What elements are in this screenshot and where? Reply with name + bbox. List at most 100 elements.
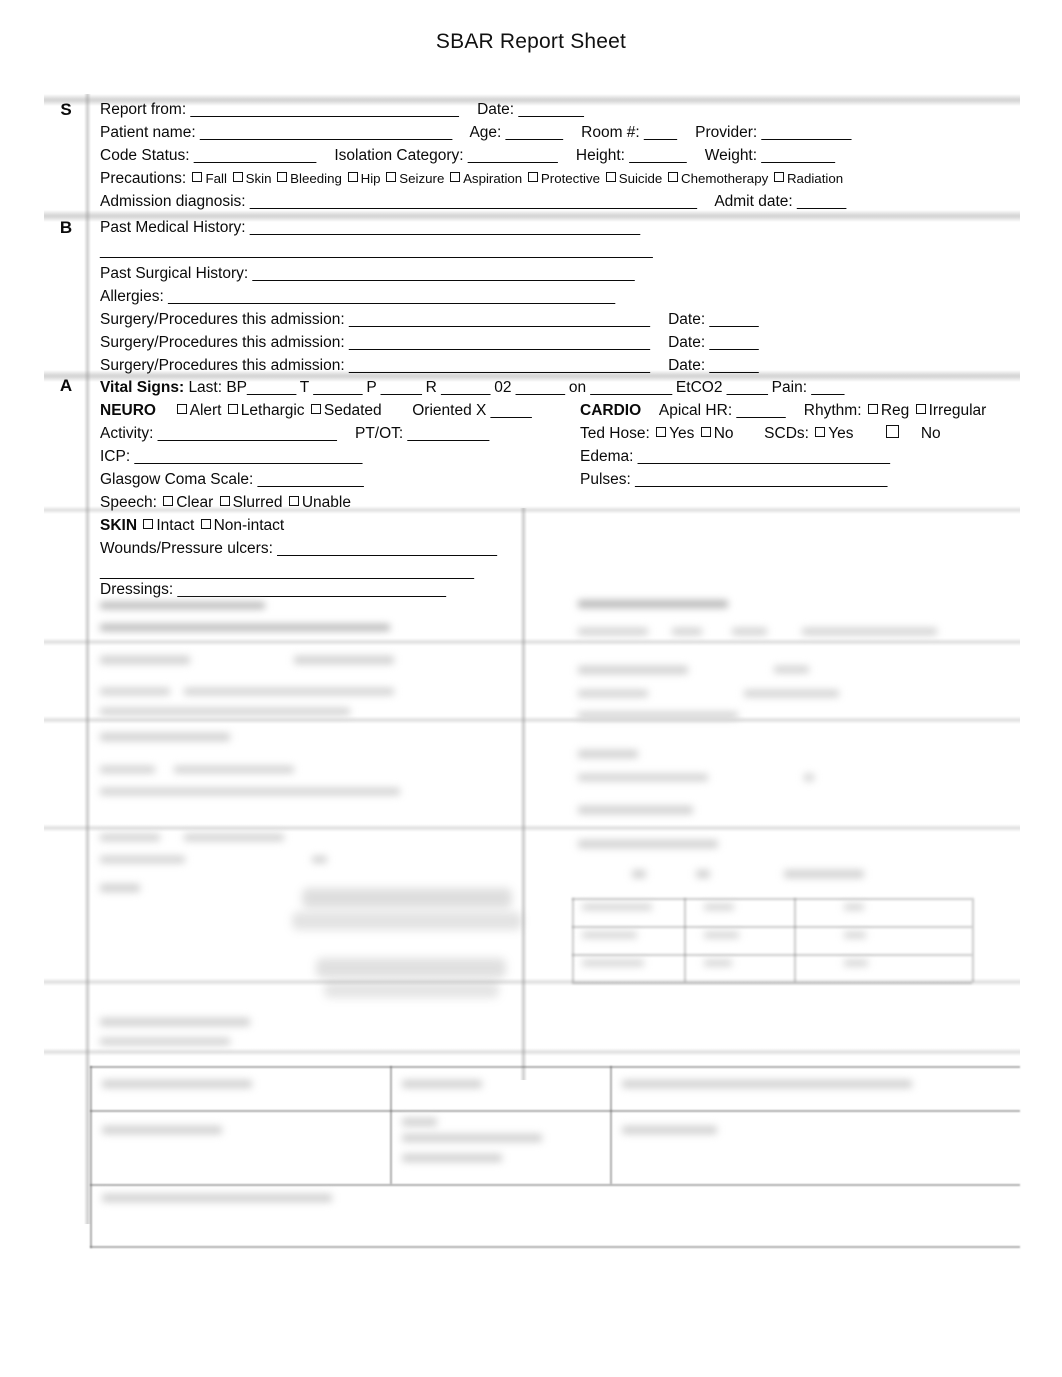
scds-yes-checkbox[interactable]	[815, 427, 826, 437]
row-wounds-pressure-ulcers: Wounds/Pressure ulcers: ________________…	[100, 539, 497, 558]
report-from-input[interactable]: _________________________________	[190, 101, 458, 118]
precaution-hip-checkbox[interactable]	[347, 172, 358, 182]
vitals-bp-input[interactable]: ______	[247, 379, 296, 396]
dressings-input[interactable]: _________________________________	[178, 581, 446, 598]
rhythm-reg-checkbox[interactable]	[867, 404, 878, 414]
patient-name-input[interactable]: _______________________________	[200, 124, 452, 141]
past-medical-history-input[interactable]: ________________________________________…	[250, 219, 640, 236]
wounds-input-line2[interactable]: ________________________________________…	[100, 563, 474, 580]
surgery-procedures-label: Surgery/Procedures this admission:	[100, 311, 345, 328]
skin-non-intact-checkbox[interactable]	[200, 519, 211, 529]
vitals-p-label: P	[366, 379, 377, 396]
vitals-o2-input[interactable]: ______	[516, 379, 565, 396]
rhythm-irregular-checkbox[interactable]	[915, 404, 926, 414]
neuro-loc-lethargic-checkbox[interactable]	[227, 404, 238, 414]
surgery-date-label: Date:	[668, 311, 706, 328]
admission-diagnosis-label: Admission diagnosis:	[100, 193, 246, 210]
pt-ot-label: PT/OT:	[355, 425, 404, 442]
speech-clear-checkbox[interactable]	[163, 496, 174, 506]
vitals-p-input[interactable]: _____	[381, 379, 422, 396]
neuro-loc-sedated-checkbox[interactable]	[310, 404, 321, 414]
wounds-label: Wounds/Pressure ulcers:	[100, 540, 273, 557]
provider-input[interactable]: ___________	[762, 124, 852, 141]
vitals-pain-input[interactable]: ____	[811, 379, 844, 396]
admit-date-input[interactable]: ______	[797, 193, 846, 210]
allergies-input[interactable]: ________________________________________…	[168, 288, 615, 305]
pulses-input[interactable]: _______________________________	[635, 471, 887, 488]
report-from-label: Report from:	[100, 101, 187, 118]
vitals-etco2-input[interactable]: _____	[727, 379, 768, 396]
section-divider-r	[44, 1048, 1020, 1056]
neuro-loc-alert-checkbox[interactable]	[176, 404, 187, 414]
scds-yes-label: Yes	[828, 425, 854, 442]
wounds-input[interactable]: ___________________________	[277, 540, 497, 557]
edema-input[interactable]: _______________________________	[638, 448, 890, 465]
row-surgery-procedures-1: Surgery/Procedures this admission: _____…	[100, 310, 759, 329]
isolation-category-input[interactable]: ___________	[468, 147, 558, 164]
precaution-suicide-checkbox[interactable]	[605, 172, 616, 182]
code-status-input[interactable]: _______________	[194, 147, 316, 164]
precaution-option-label: Radiation	[786, 171, 844, 186]
height-input[interactable]: _______	[629, 147, 686, 164]
section-divider-a-3	[44, 716, 1020, 724]
surgery-procedures-input[interactable]: _____________________________________	[349, 311, 650, 328]
speech-slurred-checkbox[interactable]	[219, 496, 230, 506]
vital-signs-heading: Vital Signs:	[100, 379, 185, 396]
section-letter-b: B	[59, 218, 73, 237]
weight-input[interactable]: _________	[761, 147, 835, 164]
speech-unable-checkbox[interactable]	[288, 496, 299, 506]
speech-options: Clear Slurred Unable	[161, 494, 351, 511]
ted-hose-yes-checkbox[interactable]	[656, 427, 667, 437]
glasgow-coma-scale-input[interactable]: _____________	[258, 471, 364, 488]
pt-ot-input[interactable]: __________	[408, 425, 490, 442]
date-label: Date:	[477, 101, 515, 118]
precaution-chemotherapy-checkbox[interactable]	[668, 172, 679, 182]
precaution-radiation-checkbox[interactable]	[773, 172, 784, 182]
past-surgical-history-input[interactable]: ________________________________________…	[252, 265, 634, 282]
age-input[interactable]: _______	[506, 124, 563, 141]
precaution-aspiration-checkbox[interactable]	[450, 172, 461, 182]
icp-input[interactable]: ____________________________	[134, 448, 362, 465]
vitals-t-input[interactable]: ______	[313, 379, 362, 396]
scds-no-label: No	[920, 425, 941, 442]
vitals-r-input[interactable]: ______	[441, 379, 490, 396]
ted-hose-no-checkbox[interactable]	[700, 427, 711, 437]
surgery-date-label: Date:	[668, 334, 706, 351]
room-input[interactable]: ____	[644, 124, 677, 141]
vitals-on-input[interactable]: __________	[590, 379, 672, 396]
neuro-heading: NEURO	[100, 402, 156, 419]
precaution-fall-checkbox[interactable]	[192, 172, 203, 182]
allergies-label: Allergies:	[100, 288, 164, 305]
precaution-seizure-checkbox[interactable]	[386, 172, 397, 182]
date-input[interactable]: ________	[518, 101, 583, 118]
activity-input[interactable]: ______________________	[158, 425, 337, 442]
skin-intact-checkbox[interactable]	[143, 519, 154, 529]
precaution-skin-checkbox[interactable]	[232, 172, 243, 182]
neuro-loc-option-label: Lethargic	[240, 402, 309, 419]
neuro-loc-options: Alert Lethargic Sedated	[175, 402, 382, 419]
surgery-date-input[interactable]: ______	[709, 357, 758, 374]
row-precautions: Precautions: Fall Skin Bleeding Hip Seiz…	[100, 169, 843, 188]
scds-no-checkbox[interactable]	[886, 425, 900, 438]
surgery-procedures-input[interactable]: _____________________________________	[349, 357, 650, 374]
past-medical-history-input-line2[interactable]: ________________________________________…	[100, 242, 653, 259]
glasgow-coma-scale-label: Glasgow Coma Scale:	[100, 471, 254, 488]
speech-label: Speech:	[100, 494, 157, 511]
surgery-date-input[interactable]: ______	[709, 334, 758, 351]
ted-hose-option-label: Yes	[669, 425, 699, 442]
section-divider-a-4	[44, 824, 1020, 832]
surgery-date-input[interactable]: ______	[709, 311, 758, 328]
room-label: Room #:	[581, 124, 640, 141]
surgery-procedures-input[interactable]: _____________________________________	[349, 334, 650, 351]
precaution-bleeding-checkbox[interactable]	[277, 172, 288, 182]
row-past-surgical-history: Past Surgical History: _________________…	[100, 264, 635, 283]
apical-hr-input[interactable]: ______	[736, 402, 785, 419]
admission-diagnosis-input[interactable]: ________________________________________…	[250, 193, 697, 210]
ted-hose-options: Yes No	[654, 425, 734, 442]
speech-option-label: Clear	[176, 494, 218, 511]
precaution-protective-checkbox[interactable]	[527, 172, 538, 182]
rhythm-option-label: Reg	[880, 402, 914, 419]
oriented-input[interactable]: _____	[491, 402, 532, 419]
row-surgery-procedures-3: Surgery/Procedures this admission: _____…	[100, 356, 759, 375]
precaution-option-label: Aspiration	[463, 171, 526, 186]
